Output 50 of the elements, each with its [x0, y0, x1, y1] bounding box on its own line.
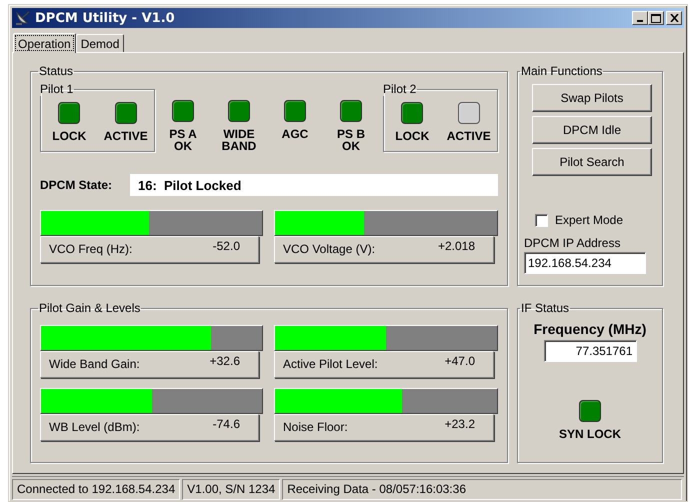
group-title: Status — [38, 64, 74, 78]
command-button[interactable]: Pilot Search — [532, 148, 652, 176]
ip-address-field[interactable]: 192.168.54.234 — [524, 252, 646, 274]
meter-label: WB Level (dBm): — [49, 420, 140, 434]
checkbox-label: Expert Mode — [555, 213, 624, 227]
led-label: ACTIVE — [104, 130, 148, 142]
led-label: SYN LOCK — [558, 428, 621, 440]
meter-label: Noise Floor: — [283, 420, 348, 434]
led-label: LOCK — [395, 130, 430, 142]
frequency-field[interactable]: 77.351761 — [544, 340, 636, 362]
group-title: IF Status — [520, 301, 570, 315]
led-label: AGC — [282, 128, 308, 140]
maximize-button[interactable] — [648, 11, 664, 25]
status-bar-panel: V1.00, S/N 1234 — [182, 479, 280, 500]
close-button[interactable] — [666, 11, 682, 25]
field-label: DPCM IP Address — [524, 236, 622, 250]
meter-label: Wide Band Gain: — [49, 356, 140, 370]
group-title: Pilot 2 — [382, 82, 418, 96]
meter-reading: +32.6 — [210, 354, 240, 368]
meter-label: Active Pilot Level: — [283, 356, 378, 370]
meter-label: VCO Voltage (V): — [283, 242, 376, 256]
led-label: LOCK — [52, 130, 86, 142]
meter-reading: -74.6 — [212, 416, 240, 430]
meter-reading: +47.0 — [444, 354, 475, 368]
frequency-label: Frequency (MHz) — [532, 321, 648, 337]
group-title: Main Functions — [520, 64, 604, 78]
tab[interactable]: Demod — [76, 34, 124, 52]
meter-reading: -52.0 — [212, 238, 240, 252]
meter-label: VCO Freq (Hz): — [49, 242, 132, 256]
led-label: PS B OK — [336, 128, 365, 152]
satellite-dish-icon — [15, 10, 31, 26]
checkbox[interactable] — [535, 214, 548, 226]
led-label: PS A OK — [169, 128, 197, 152]
led-label: ACTIVE — [446, 130, 491, 142]
meter-reading: +2.018 — [438, 238, 475, 252]
group-title: Pilot 1 — [39, 82, 74, 96]
state-label: DPCM State: — [40, 178, 114, 192]
minimize-button[interactable] — [632, 11, 648, 25]
state-value-field: 16: Pilot Locked — [130, 174, 498, 196]
close-icon — [670, 14, 678, 22]
tab[interactable]: Operation — [13, 33, 76, 53]
status-bar-panel: Connected to 192.168.54.234 — [12, 479, 180, 500]
status-bar-panel: Receiving Data - 08/057:16:03:36 — [282, 479, 682, 500]
command-button[interactable]: Swap Pilots — [532, 84, 652, 112]
maximize-icon — [651, 14, 661, 22]
led-label: WIDE BAND — [222, 128, 256, 152]
group-title: Pilot Gain & Levels — [38, 301, 142, 315]
window-title: DPCM Utility - V1.0 — [35, 10, 176, 26]
command-button[interactable]: DPCM Idle — [532, 116, 652, 144]
meter-reading: +23.2 — [444, 416, 475, 430]
